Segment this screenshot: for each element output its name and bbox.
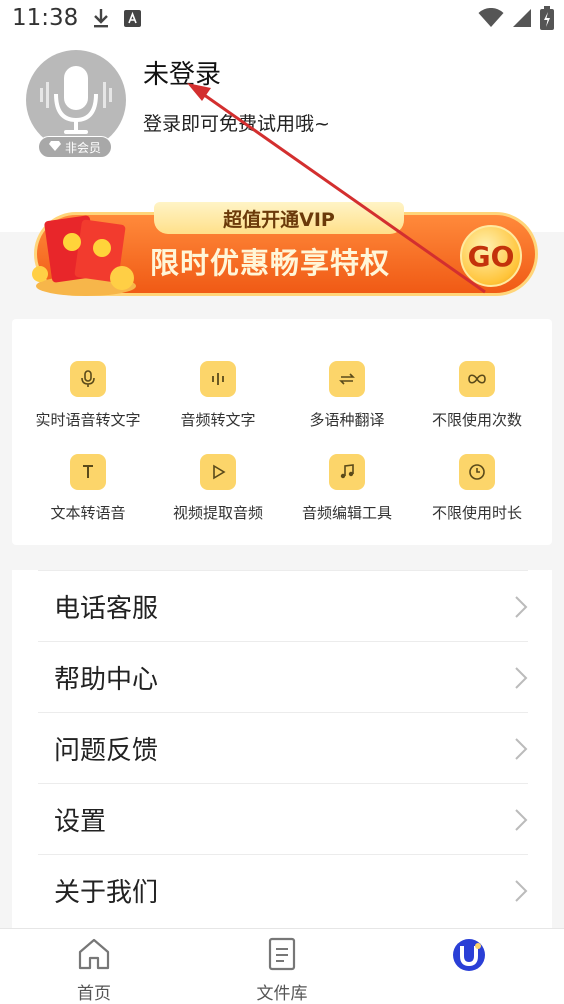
bottom-nav: 首页 文件库 xyxy=(0,928,564,1004)
home-icon xyxy=(76,938,112,975)
nav-file-library[interactable]: 文件库 xyxy=(227,937,337,1004)
microphone-icon xyxy=(70,361,106,397)
chevron-right-icon xyxy=(514,666,528,694)
audio-wave-icon xyxy=(200,361,236,397)
nav-home[interactable]: 首页 xyxy=(39,937,149,1004)
feature-label: 文本转语音 xyxy=(50,504,126,522)
wifi-icon xyxy=(478,7,504,32)
vip-tab: 超值开通VIP xyxy=(154,202,404,234)
feature-label: 实时语音转文字 xyxy=(35,411,141,429)
menu-label: 电话客服 xyxy=(54,593,159,624)
feature-text-to-speech[interactable]: 文本转语音 xyxy=(23,454,153,523)
chevron-right-icon xyxy=(514,737,528,765)
feature-card: 实时语音转文字 音频转文字 多语种翻译 不限使用次数 文本转语音 视频提取音频 … xyxy=(12,319,552,545)
member-badge-label: 非会员 xyxy=(64,140,101,155)
chevron-right-icon xyxy=(514,595,528,623)
keyboard-a-icon xyxy=(124,9,141,31)
menu-list: 电话客服 帮助中心 问题反馈 设置 关于我们 xyxy=(12,570,552,928)
nav-label: 首页 xyxy=(77,984,111,1004)
menu-label: 帮助中心 xyxy=(54,664,159,695)
microphone-avatar-icon xyxy=(26,50,126,150)
avatar[interactable] xyxy=(26,50,126,150)
feature-grid: 实时语音转文字 音频转文字 多语种翻译 不限使用次数 文本转语音 视频提取音频 … xyxy=(12,319,552,545)
clock-icon xyxy=(459,454,495,490)
diamond-icon xyxy=(48,140,61,154)
download-icon xyxy=(92,8,110,32)
menu-item-about-us[interactable]: 关于我们 xyxy=(38,854,528,925)
vip-go-button[interactable]: GO xyxy=(460,225,522,287)
nav-profile[interactable] xyxy=(414,937,524,981)
chevron-right-icon xyxy=(514,808,528,836)
feature-label: 视频提取音频 xyxy=(172,504,263,522)
menu-label: 问题反馈 xyxy=(54,735,159,766)
text-icon xyxy=(70,454,106,490)
feature-unlimited-count[interactable]: 不限使用次数 xyxy=(412,361,542,430)
translate-icon xyxy=(329,361,365,397)
feature-label: 音频编辑工具 xyxy=(301,504,392,522)
member-badge: 非会员 xyxy=(38,136,112,158)
menu-label: 关于我们 xyxy=(54,877,159,908)
menu-item-help-center[interactable]: 帮助中心 xyxy=(38,641,528,712)
vip-banner[interactable]: 超值开通VIP 限时优惠畅享特权 GO xyxy=(26,198,538,300)
music-note-icon xyxy=(329,454,365,490)
status-time: 11:38 xyxy=(12,5,79,31)
battery-icon xyxy=(540,6,554,34)
infinity-icon xyxy=(459,361,495,397)
play-icon xyxy=(200,454,236,490)
feature-label: 音频转文字 xyxy=(180,411,256,429)
menu-item-settings[interactable]: 设置 xyxy=(38,783,528,854)
profile-logo-icon xyxy=(451,939,487,977)
feature-realtime-speech[interactable]: 实时语音转文字 xyxy=(23,361,153,430)
menu-item-feedback[interactable]: 问题反馈 xyxy=(38,712,528,783)
nav-label: 文件库 xyxy=(256,984,308,1004)
feature-label: 多语种翻译 xyxy=(309,411,385,429)
feature-translate[interactable]: 多语种翻译 xyxy=(282,361,412,430)
feature-audio-to-text[interactable]: 音频转文字 xyxy=(153,361,283,430)
feature-label: 不限使用次数 xyxy=(431,411,522,429)
feature-unlimited-duration[interactable]: 不限使用时长 xyxy=(412,454,542,523)
chevron-right-icon xyxy=(514,879,528,907)
feature-video-extract-audio[interactable]: 视频提取音频 xyxy=(153,454,283,523)
red-envelope-icon xyxy=(26,208,146,300)
feature-audio-editor[interactable]: 音频编辑工具 xyxy=(282,454,412,523)
signal-icon xyxy=(512,8,532,32)
menu-item-phone-support[interactable]: 电话客服 xyxy=(38,570,528,641)
menu-label: 设置 xyxy=(54,806,107,837)
status-bar: 11:38 xyxy=(0,0,564,38)
vip-main-text: 限时优惠畅享特权 xyxy=(150,246,391,280)
document-icon xyxy=(267,937,297,975)
login-subtitle[interactable]: 登录即可免费试用哦~ xyxy=(143,109,330,136)
feature-label: 不限使用时长 xyxy=(431,504,522,522)
login-title[interactable]: 未登录 xyxy=(143,54,221,91)
